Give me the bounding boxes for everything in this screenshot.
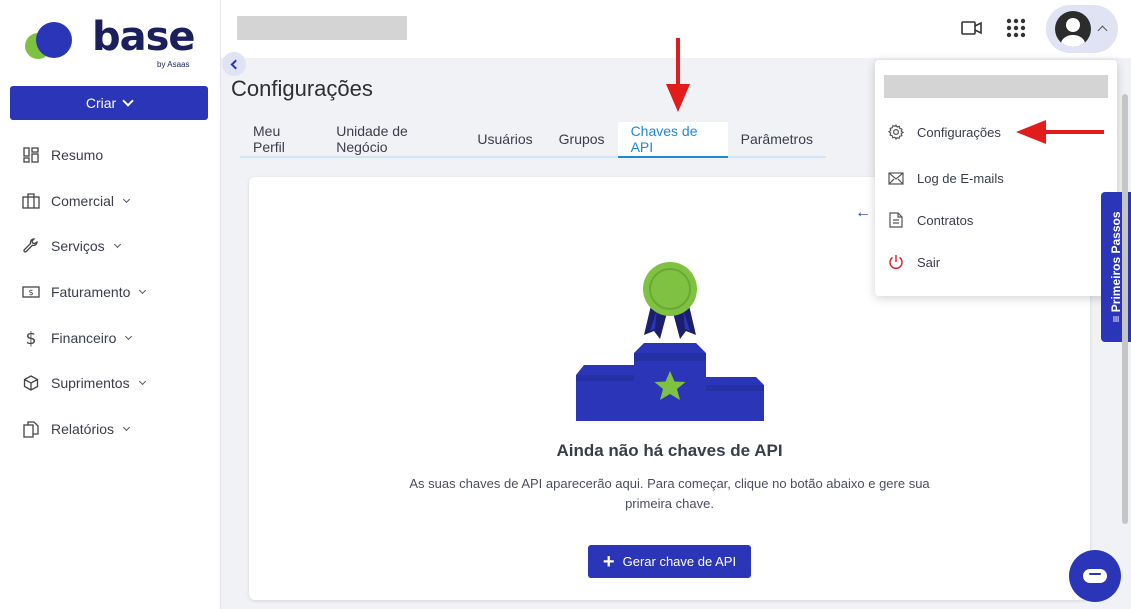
sidebar-item-comercial[interactable]: Comercial — [22, 190, 131, 212]
chevron-down-icon — [139, 286, 147, 294]
collapse-sidebar-button[interactable] — [222, 52, 246, 76]
redacted-user-name — [884, 75, 1108, 98]
video-icon[interactable] — [961, 20, 983, 41]
menu-item-label: Configurações — [917, 124, 1001, 140]
sidebar-item-label: Suprimentos — [51, 375, 130, 391]
sidebar-item-label: Faturamento — [51, 284, 131, 300]
dollar-icon: $ — [22, 329, 40, 347]
plus-icon: + — [602, 550, 615, 573]
chat-button[interactable] — [1069, 550, 1121, 602]
chevron-down-icon — [122, 94, 134, 107]
chevron-down-icon — [125, 332, 133, 340]
logo-mark-icon — [25, 22, 72, 59]
menu-item-label: Log de E-mails — [917, 170, 1004, 186]
annotation-arrow-down — [666, 38, 690, 112]
generate-api-key-label: Gerar chave de API — [622, 554, 737, 569]
chevron-down-icon — [122, 195, 131, 203]
tab-parametros[interactable]: Parâmetros — [728, 122, 826, 156]
briefcase-icon — [22, 192, 40, 210]
create-button-label: Criar — [85, 95, 117, 111]
sidebar: base by Asaas Criar Resumo Comercial Ser… — [0, 0, 221, 609]
chevron-down-icon — [122, 423, 131, 431]
menu-item-configuracoes[interactable]: Configurações — [887, 122, 1001, 142]
tab-meu-perfil[interactable]: Meu Perfil — [240, 122, 323, 156]
sidebar-item-servicos[interactable]: Serviços — [22, 235, 121, 257]
chat-icon — [1083, 569, 1107, 583]
sidebar-item-resumo[interactable]: Resumo — [22, 144, 103, 166]
wrench-icon — [22, 237, 40, 255]
documents-icon — [22, 420, 40, 438]
brand-logo[interactable]: base by Asaas — [22, 14, 198, 74]
document-icon — [887, 211, 905, 229]
sidebar-item-financeiro[interactable]: $ Financeiro — [22, 327, 133, 349]
sidebar-item-relatorios[interactable]: Relatórios — [22, 418, 131, 440]
sidebar-item-suprimentos[interactable]: Suprimentos — [22, 372, 146, 394]
sidebar-item-label: Relatórios — [51, 421, 115, 437]
box-icon — [22, 374, 40, 392]
empty-state-title: Ainda não há chaves de API — [556, 441, 783, 460]
scrollbar[interactable] — [1120, 86, 1131, 609]
svg-text:$: $ — [26, 329, 37, 347]
page-title: Configurações — [231, 76, 373, 101]
menu-item-sair[interactable]: Sair — [887, 252, 940, 272]
envelope-icon — [887, 169, 905, 187]
chevron-up-icon — [1097, 25, 1108, 36]
sidebar-item-label: Comercial — [51, 193, 115, 209]
tab-usuarios[interactable]: Usuários — [464, 122, 545, 156]
chevron-left-icon — [230, 59, 241, 69]
sidebar-item-label: Financeiro — [51, 330, 117, 346]
user-menu-button[interactable] — [1046, 5, 1118, 53]
sidebar-item-label: Serviços — [51, 238, 105, 254]
tab-chaves-de-api[interactable]: Chaves de API — [617, 122, 728, 158]
settings-tabs: Meu Perfil Unidade de Negócio Usuários G… — [240, 122, 826, 158]
logo-text: base — [92, 14, 196, 60]
create-button[interactable]: Criar — [10, 86, 208, 120]
menu-item-label: Sair — [917, 254, 941, 270]
avatar-icon — [1055, 11, 1091, 47]
sidebar-item-label: Resumo — [51, 147, 104, 163]
gear-icon — [887, 123, 905, 141]
apps-grid-icon[interactable] — [1006, 18, 1026, 43]
menu-item-label: Contratos — [917, 212, 974, 228]
empty-state-description: As suas chaves de API aparecerão aqui. P… — [409, 476, 930, 511]
user-dropdown-menu: Configurações Log de E-mails Contratos S… — [875, 60, 1117, 296]
arrow-left-icon[interactable]: ← — [855, 204, 871, 222]
generate-api-key-button[interactable]: + Gerar chave de API — [588, 545, 751, 578]
chevron-down-icon — [138, 377, 146, 385]
tab-grupos[interactable]: Grupos — [546, 122, 618, 156]
logo-subtext: by Asaas — [157, 60, 190, 69]
banknote-icon: $ — [22, 283, 40, 301]
svg-text:$: $ — [28, 288, 33, 297]
annotation-arrow-left — [1016, 120, 1104, 144]
menu-item-log-de-emails[interactable]: Log de E-mails — [887, 168, 1004, 188]
dashboard-icon — [22, 146, 40, 164]
menu-item-contratos[interactable]: Contratos — [887, 210, 973, 230]
redacted-title — [237, 16, 407, 40]
sidebar-item-faturamento[interactable]: $ Faturamento — [22, 281, 147, 303]
tab-unidade-de-negocio[interactable]: Unidade de Negócio — [323, 122, 464, 156]
chevron-down-icon — [113, 240, 121, 248]
power-icon — [887, 253, 905, 271]
scrollbar-thumb[interactable] — [1122, 94, 1128, 524]
podium-award-icon — [576, 262, 764, 421]
